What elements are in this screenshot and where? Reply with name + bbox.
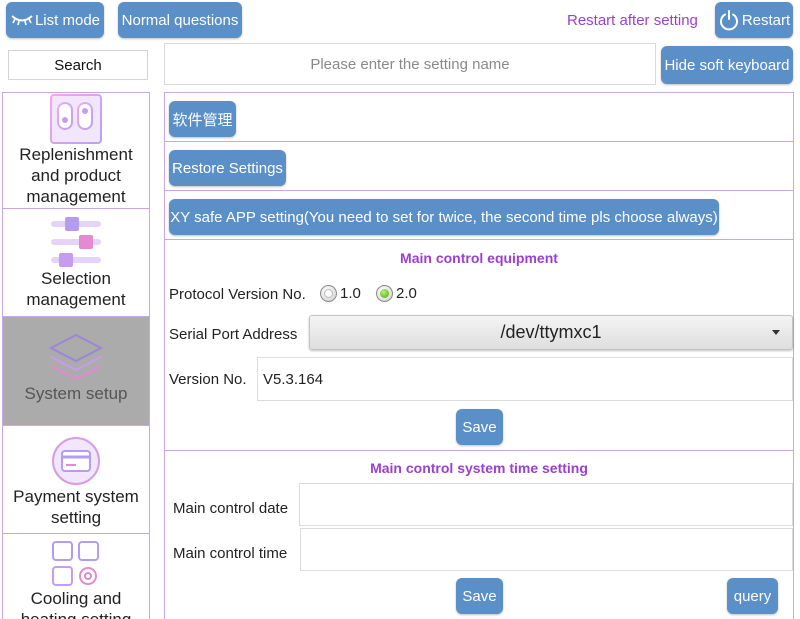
dropdown-caret-icon <box>772 330 780 335</box>
normal-questions-button[interactable]: Normal questions <box>118 2 242 38</box>
divider <box>165 141 793 142</box>
setting-name-input[interactable] <box>164 43 656 85</box>
search-label: Search <box>8 50 148 80</box>
protocol-label: Protocol Version No. <box>169 286 306 303</box>
divider <box>165 190 793 191</box>
restart-label: Restart <box>741 11 791 29</box>
radio-label: 1.0 <box>340 285 361 302</box>
sidebar-item-label: Selection management <box>26 269 126 309</box>
sidebar: Replenishment and product management Sel… <box>2 92 150 619</box>
date-field[interactable] <box>299 483 793 526</box>
list-mode-button[interactable]: List mode <box>6 2 104 38</box>
serial-port-value: /dev/ttymxc1 <box>500 322 602 342</box>
sidebar-item-label: System setup <box>24 384 128 403</box>
save-main-control-button[interactable]: Save <box>456 409 503 445</box>
sidebar-item-payment[interactable]: Payment system setting <box>3 426 149 534</box>
sidebar-item-cooling[interactable]: Cooling and heating setting <box>3 534 149 619</box>
date-label: Main control date <box>173 500 289 517</box>
sidebar-item-label: Replenishment and product management <box>19 145 133 206</box>
hide-keyboard-button[interactable]: Hide soft keyboard <box>661 46 793 84</box>
power-icon <box>719 10 738 31</box>
sidebar-item-system-setup[interactable]: System setup <box>3 317 149 426</box>
serial-port-label: Serial Port Address <box>169 326 298 343</box>
restart-button[interactable]: Restart <box>715 2 793 38</box>
version-label: Version No. <box>169 371 247 388</box>
main-control-title: Main control equipment <box>400 250 558 266</box>
restart-note: Restart after setting <box>567 12 698 29</box>
sidebar-item-selection[interactable]: Selection management <box>3 209 149 317</box>
version-field[interactable]: V5.3.164 <box>257 357 793 401</box>
settings-panel: 软件管理 Restore Settings XY safe APP settin… <box>164 92 794 619</box>
protocol-radio-1[interactable]: 1.0 <box>320 285 361 302</box>
radio-checked-icon <box>376 285 393 302</box>
restore-settings-button[interactable]: Restore Settings <box>169 150 286 186</box>
radio-unchecked-icon <box>320 285 337 302</box>
software-management-button[interactable]: 软件管理 <box>169 101 236 137</box>
time-field[interactable] <box>300 528 793 571</box>
sliders-icon <box>51 217 101 267</box>
sidebar-item-label: Payment system setting <box>13 487 139 527</box>
sidebar-item-replenishment[interactable]: Replenishment and product management <box>3 93 149 209</box>
credit-card-icon <box>52 437 100 485</box>
query-button[interactable]: query <box>727 578 778 614</box>
sidebar-item-label: Cooling and heating setting <box>21 589 132 619</box>
vending-machine-icon <box>50 94 102 144</box>
time-label: Main control time <box>173 545 288 562</box>
save-time-button[interactable]: Save <box>456 578 503 614</box>
radio-label: 2.0 <box>396 285 417 302</box>
xy-safe-app-button[interactable]: XY safe APP setting(You need to set for … <box>169 199 719 235</box>
serial-port-select[interactable]: /dev/ttymxc1 <box>309 315 793 350</box>
protocol-radio-2[interactable]: 2.0 <box>376 285 417 302</box>
layers-icon <box>49 333 103 381</box>
grid-gear-icon <box>52 541 99 586</box>
time-setting-title: Main control system time setting <box>370 460 588 476</box>
eye-closed-icon <box>11 15 33 26</box>
list-mode-label: List mode <box>34 11 101 29</box>
divider <box>165 450 793 451</box>
divider <box>165 239 793 240</box>
